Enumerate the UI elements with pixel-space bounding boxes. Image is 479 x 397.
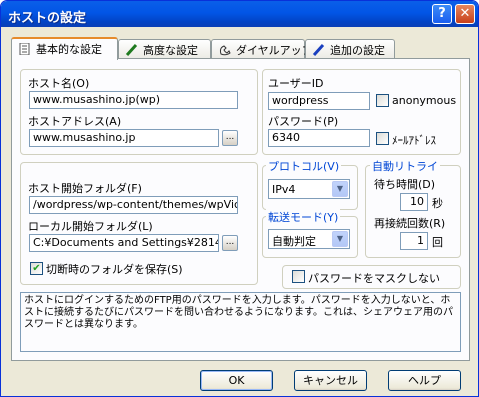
password-input[interactable]: 6340 [268,129,370,147]
anonymous-label: anonymous [392,94,457,107]
window-title: ホストの設定 [8,11,87,26]
host-name-label: ホスト名(O) [28,77,90,90]
host-address-input[interactable]: www.musashino.jp [29,129,219,147]
mask-password-label: パスワードをマスクしない [308,272,440,285]
transfer-mode-select[interactable]: 自動判定 ▼ [268,229,350,249]
transfer-mode-label: 転送モード(Y) [266,209,341,225]
user-id-label: ユーザーID [268,77,324,90]
tab-panel-basic: ホスト名(O) www.musashino.jp(wp) ホストアドレス(A) … [11,58,470,361]
mask-password-checkbox[interactable] [292,270,305,283]
tab-dialup[interactable]: ダイヤルアップ [211,39,313,58]
tab-basic-settings[interactable]: 基本的な設定 [11,37,118,60]
protocol-value: IPv4 [272,183,296,196]
close-icon[interactable]: ✕ [455,4,475,24]
local-folder-input[interactable]: C:¥Documents and Settings¥2814¥ﾃ [29,234,219,252]
wait-time-input[interactable]: 10 [400,193,428,211]
pen-icon [125,44,138,56]
tab-label: 基本的な設定 [36,43,102,56]
tab-extra-settings[interactable]: 追加の設定 [305,39,395,58]
tab-advanced-settings[interactable]: 高度な設定 [118,39,211,58]
transfer-mode-value: 自動判定 [272,235,316,248]
phone-icon [219,45,231,56]
user-id-input[interactable]: wordpress [268,92,370,110]
hint-text: ホストにログインするためのFTP用のパスワードを入力します。パスワードを入力しな… [20,292,461,352]
cancel-button[interactable]: キャンセル [294,370,367,391]
protocol-label: プロトコル(V) [266,158,342,174]
wait-time-unit: 秒 [432,197,443,210]
tab-label: ダイヤルアップ [236,44,313,57]
retry-count-label: 再接続回数(R) [374,217,446,230]
tab-label: 高度な設定 [143,44,198,57]
auto-retry-label: 自動リトライ [370,158,440,174]
local-folder-browse-button[interactable]: ... [222,235,238,251]
retry-count-unit: 回 [432,236,443,249]
wait-time-label: 待ち時間(D) [374,178,436,191]
local-folder-label: ローカル開始フォルダ(L) [28,220,153,233]
chevron-down-icon[interactable]: ▼ [332,181,348,197]
save-folder-label: 切断時のフォルダを保存(S) [46,263,183,276]
host-folder-label: ホスト開始フォルダ(F) [28,182,142,195]
help-button[interactable]: ヘルプ [388,370,461,391]
save-folder-checkbox[interactable]: ✔ [30,262,43,275]
title-bar[interactable]: ホストの設定 ? ✕ [1,1,478,27]
retry-count-input[interactable]: 1 [400,232,428,250]
pencil-icon [312,44,325,56]
mail-address-checkbox[interactable] [376,132,389,145]
help-title-button[interactable]: ? [432,4,452,24]
host-name-input[interactable]: www.musashino.jp(wp) [29,91,238,109]
protocol-select[interactable]: IPv4 ▼ [268,179,350,199]
ok-button[interactable]: OK [200,370,273,391]
host-settings-window: ホストの設定 ? ✕ 基本的な設定 高度な設定 ダイヤルアップ 追加の設定 ホス… [0,0,479,397]
page-icon [19,43,30,55]
host-address-browse-button[interactable]: ... [222,130,238,146]
password-label: パスワード(P) [268,115,339,128]
host-folder-input[interactable]: /wordpress/wp-content/themes/wpVic [29,196,238,214]
mail-address-label: ﾒｰﾙｱﾄﾞﾚｽ [392,134,436,147]
host-address-label: ホストアドレス(A) [28,115,122,128]
tab-label: 追加の設定 [330,44,385,57]
anonymous-checkbox[interactable] [376,94,389,107]
chevron-down-icon[interactable]: ▼ [332,231,348,247]
